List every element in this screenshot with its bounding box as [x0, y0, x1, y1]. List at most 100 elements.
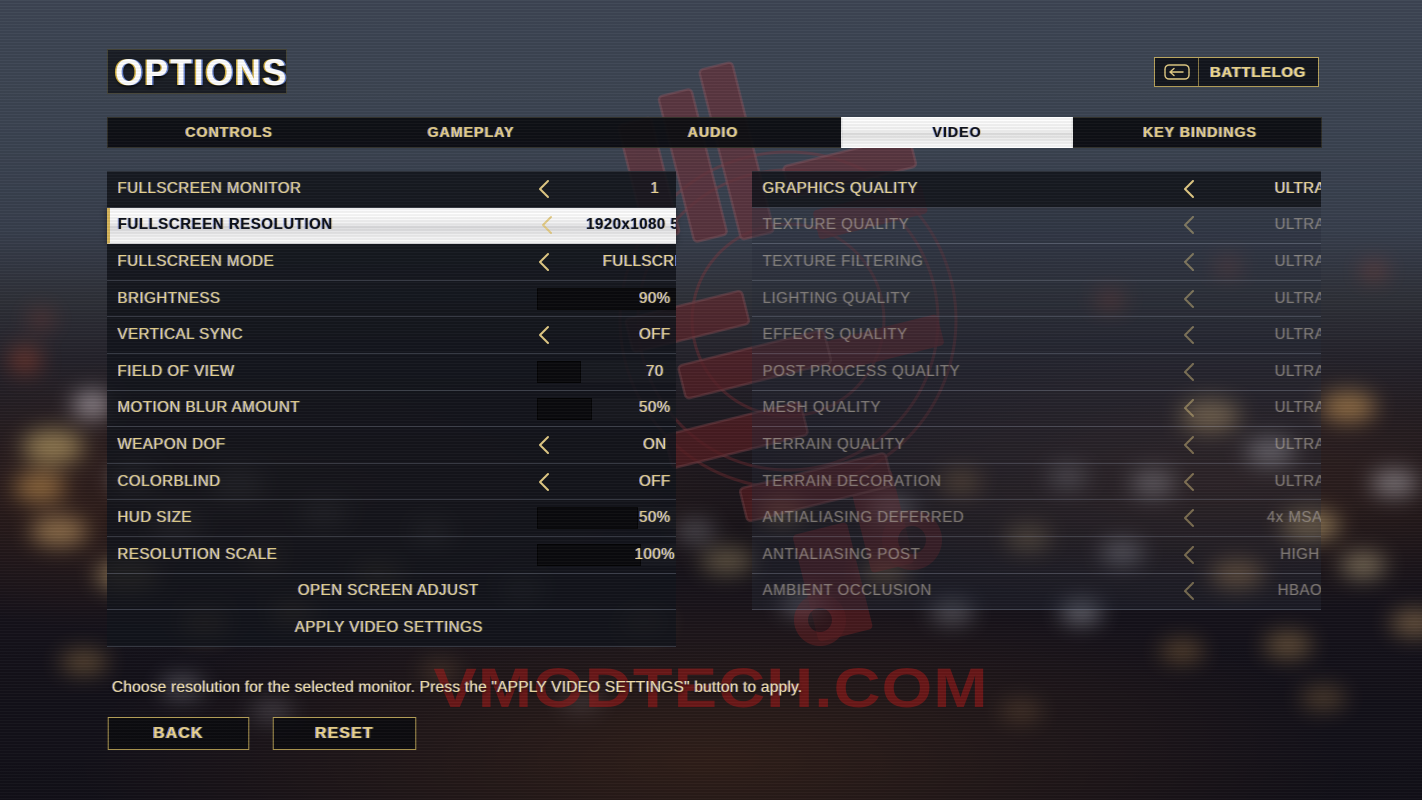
setting-value: 50% — [639, 399, 671, 417]
setting-value: HIGH — [1280, 545, 1320, 563]
setting-row-colorblind[interactable]: COLORBLIND OFF — [107, 463, 676, 501]
chevron-left-icon[interactable] — [1177, 354, 1201, 390]
setting-label: WEAPON DOF — [117, 435, 226, 453]
setting-label: FULLSCREEN RESOLUTION — [117, 216, 333, 234]
setting-label: BRIGHTNESS — [117, 289, 221, 307]
chevron-left-icon[interactable] — [1177, 427, 1201, 463]
setting-value: ULTRA — [1274, 216, 1321, 234]
setting-label: FULLSCREEN MODE — [117, 252, 275, 270]
setting-value: 70 — [646, 362, 664, 380]
video-settings-left-panel: FULLSCREEN MONITOR 1 FULLSCREEN RESOLUTION… — [107, 171, 676, 647]
setting-row-open-screen-adjust[interactable]: OPEN SCREEN ADJUST — [107, 573, 676, 611]
setting-row-resolution-scale[interactable]: RESOLUTION SCALE 100% — [107, 536, 676, 574]
video-settings-right-panel: GRAPHICS QUALITY ULTRA TEXTURE QUALITY ULTR… — [752, 171, 1321, 611]
tab-gameplay[interactable]: GAMEPLAY — [356, 118, 586, 147]
chevron-left-icon[interactable] — [532, 427, 556, 463]
setting-label: LIGHTING QUALITY — [762, 289, 911, 307]
tab-key-bindings[interactable]: KEY BINDINGS — [1085, 118, 1315, 147]
setting-row-hud-size[interactable]: HUD SIZE 50% — [107, 500, 676, 537]
setting-label: COLORBLIND — [117, 472, 221, 490]
setting-label: VERTICAL SYNC — [117, 326, 244, 344]
setting-value: ULTRA — [1274, 399, 1321, 417]
setting-row-texture-filtering[interactable]: TEXTURE FILTERING ULTRA — [752, 244, 1321, 281]
setting-value: 4x MSAA — [1266, 509, 1321, 527]
setting-row-ambient-occlusion[interactable]: AMBIENT OCCLUSION HBAO — [752, 573, 1321, 611]
tab-label: VIDEO — [932, 124, 982, 141]
setting-label: ANTIALIASING DEFERRED — [762, 509, 965, 527]
battlelog-button[interactable]: BATTLELOG — [1154, 57, 1319, 87]
chevron-left-icon[interactable] — [532, 464, 556, 500]
setting-value: 1920x1080 59.94Hz — [586, 216, 676, 234]
battlelog-label: BATTLELOG — [1210, 63, 1306, 81]
setting-row-lighting-quality[interactable]: LIGHTING QUALITY ULTRA — [752, 280, 1321, 318]
chevron-left-icon[interactable] — [1177, 574, 1201, 610]
chevron-left-icon[interactable] — [1177, 281, 1201, 317]
setting-label: AMBIENT OCCLUSION — [762, 582, 932, 600]
chevron-left-icon[interactable] — [1177, 464, 1201, 500]
setting-value: OFF — [639, 326, 671, 344]
setting-label: FULLSCREEN MONITOR — [117, 180, 302, 198]
chevron-left-icon[interactable] — [1177, 500, 1201, 536]
setting-value: ON — [643, 435, 667, 453]
setting-value: 90% — [639, 289, 671, 307]
tab-audio[interactable]: AUDIO — [598, 118, 828, 147]
setting-label: TERRAIN DECORATION — [762, 472, 942, 490]
setting-row-terrain-quality[interactable]: TERRAIN QUALITY ULTRA — [752, 427, 1321, 464]
setting-label: POST PROCESS QUALITY — [762, 362, 961, 380]
tab-label: AUDIO — [688, 124, 739, 141]
chevron-left-icon[interactable] — [1177, 208, 1201, 244]
setting-row-fullscreen-monitor[interactable]: FULLSCREEN MONITOR 1 — [107, 171, 676, 208]
setting-value: ULTRA — [1274, 252, 1321, 270]
setting-row-mesh-quality[interactable]: MESH QUALITY ULTRA — [752, 390, 1321, 428]
tab-controls[interactable]: CONTROLS — [114, 118, 344, 147]
options-tab-bar: CONTROLS GAMEPLAY AUDIO VIDEO KEY BINDINGS — [107, 117, 1322, 148]
tab-video[interactable]: VIDEO — [840, 117, 1073, 148]
setting-row-vertical-sync[interactable]: VERTICAL SYNC OFF — [107, 317, 676, 354]
setting-row-brightness[interactable]: BRIGHTNESS 90% — [107, 280, 676, 318]
setting-value: 50% — [639, 509, 671, 527]
setting-value: ULTRA — [1274, 362, 1321, 380]
setting-value: ULTRA — [1274, 472, 1321, 490]
setting-value: FULLSCREEN — [602, 252, 676, 270]
setting-row-antialiasing-deferred[interactable]: ANTIALIASING DEFERRED 4x MSAA — [752, 500, 1321, 537]
setting-row-fullscreen-mode[interactable]: FULLSCREEN MODE FULLSCREEN — [107, 244, 676, 281]
setting-label: MESH QUALITY — [762, 399, 882, 417]
chevron-left-icon[interactable] — [532, 244, 556, 280]
setting-row-weapon-dof[interactable]: WEAPON DOF ON — [107, 427, 676, 464]
setting-row-fullscreen-resolution[interactable]: FULLSCREEN RESOLUTION 1920x1080 59.94Hz — [107, 207, 676, 245]
setting-value: 1 — [650, 180, 660, 198]
chevron-left-icon[interactable] — [1177, 172, 1201, 207]
setting-row-antialiasing-post[interactable]: ANTIALIASING POST HIGH — [752, 536, 1321, 574]
setting-row-terrain-decoration[interactable]: TERRAIN DECORATION ULTRA — [752, 463, 1321, 501]
setting-label: EFFECTS QUALITY — [762, 326, 908, 344]
setting-row-post-process-quality[interactable]: POST PROCESS QUALITY ULTRA — [752, 353, 1321, 391]
setting-label: TEXTURE QUALITY — [762, 216, 910, 234]
chevron-left-icon[interactable] — [1177, 317, 1201, 353]
chevron-left-icon[interactable] — [1177, 244, 1201, 280]
chevron-left-icon[interactable] — [1177, 391, 1201, 427]
tab-label: CONTROLS — [185, 124, 273, 141]
setting-value: ULTRA — [1274, 289, 1321, 307]
backspace-key-icon — [1155, 58, 1200, 86]
back-button[interactable]: BACK — [107, 717, 250, 750]
setting-label: RESOLUTION SCALE — [117, 545, 278, 563]
reset-button[interactable]: RESET — [272, 717, 417, 750]
setting-label: APPLY VIDEO SETTINGS — [294, 618, 483, 636]
setting-label: TEXTURE FILTERING — [762, 252, 924, 270]
setting-row-field-of-view[interactable]: FIELD OF VIEW 70 — [107, 353, 676, 391]
setting-row-texture-quality[interactable]: TEXTURE QUALITY ULTRA — [752, 207, 1321, 245]
setting-value: ULTRA — [1274, 435, 1321, 453]
game-options-screen: VMODTECH.COM OPTIONS BATTLELOG CONTROLS G… — [0, 0, 1422, 800]
chevron-left-icon[interactable] — [532, 317, 556, 353]
chevron-left-icon[interactable] — [532, 172, 556, 207]
setting-row-effects-quality[interactable]: EFFECTS QUALITY ULTRA — [752, 317, 1321, 354]
setting-row-graphics-quality[interactable]: GRAPHICS QUALITY ULTRA — [752, 171, 1321, 208]
setting-row-motion-blur-amount[interactable]: MOTION BLUR AMOUNT 50% — [107, 390, 676, 428]
tab-label: GAMEPLAY — [427, 124, 515, 141]
chevron-left-icon[interactable] — [1177, 537, 1201, 573]
setting-label: ANTIALIASING POST — [762, 545, 921, 563]
setting-row-apply-video-settings[interactable]: APPLY VIDEO SETTINGS — [107, 610, 676, 647]
setting-label: FIELD OF VIEW — [117, 362, 235, 380]
tab-label: KEY BINDINGS — [1142, 124, 1257, 141]
chevron-left-icon[interactable] — [535, 208, 559, 244]
